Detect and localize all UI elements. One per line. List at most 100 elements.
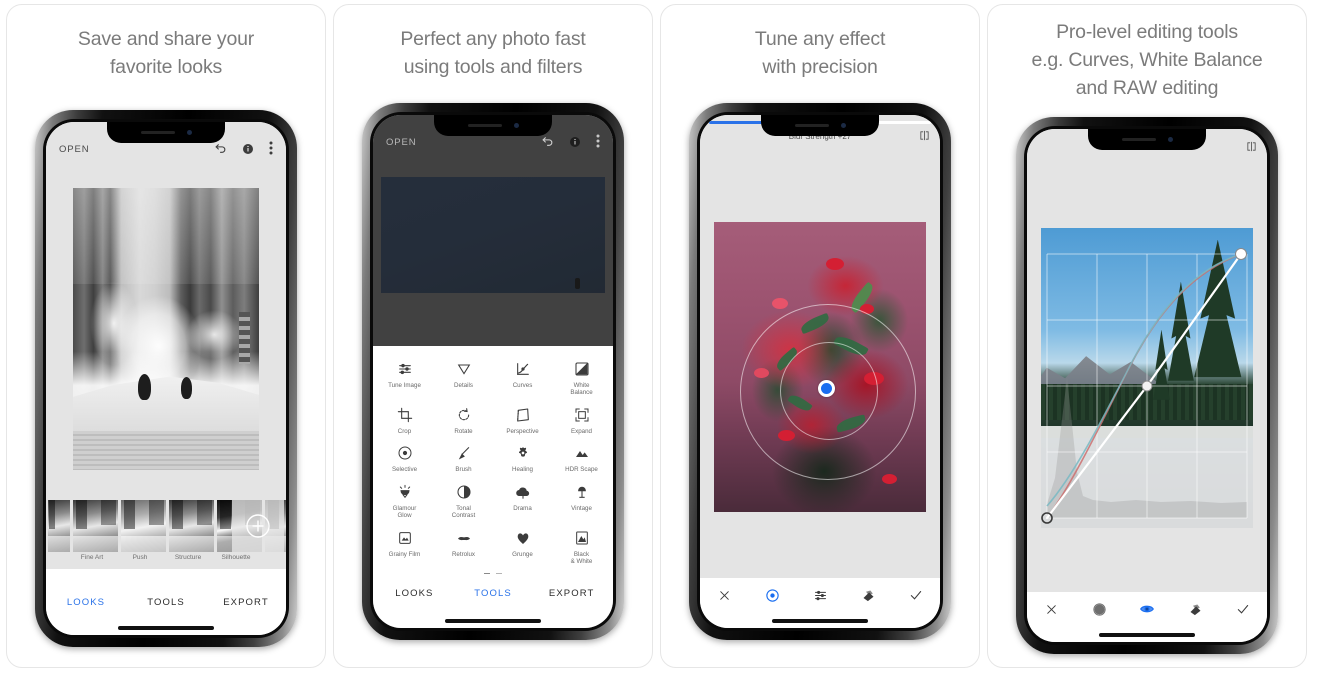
tool-hdr-scape[interactable]: HDR Scape bbox=[552, 440, 611, 476]
home-indicator bbox=[772, 619, 868, 623]
compare-icon[interactable] bbox=[1246, 141, 1257, 152]
eye-icon[interactable] bbox=[1123, 601, 1171, 617]
tool-label: Vintage bbox=[571, 504, 592, 512]
curve-point-white bbox=[1235, 247, 1247, 260]
tab-tools[interactable]: TOOLS bbox=[454, 588, 533, 599]
panel-4-caption: Pro-level editing tools e.g. Curves, Whi… bbox=[1002, 18, 1292, 102]
phone-bezel: OPEN bbox=[43, 119, 289, 638]
close-icon[interactable] bbox=[700, 589, 748, 602]
tool-label: Glamour Glow bbox=[392, 504, 417, 520]
photo-canvas-1[interactable] bbox=[46, 160, 286, 498]
home-indicator bbox=[445, 619, 541, 623]
tool-black-and-white[interactable]: Black & White bbox=[552, 525, 611, 568]
phone-mockup-1: OPEN Fine Art Push Structure Silhouette … bbox=[35, 110, 297, 647]
tab-looks[interactable]: LOOKS bbox=[375, 588, 454, 599]
tool-glamour-glow[interactable]: Glamour Glow bbox=[375, 479, 434, 522]
selective-control-point[interactable] bbox=[818, 379, 835, 397]
tool-white-balance[interactable]: White Balance bbox=[552, 356, 611, 399]
look-label-fine-art: Fine Art bbox=[80, 554, 104, 561]
phone-bezel: Blur Strength +27 bbox=[697, 112, 943, 631]
adjust-sliders-icon[interactable] bbox=[796, 588, 844, 603]
undo-icon[interactable] bbox=[214, 142, 227, 155]
look-label-silhouette: Silhouette bbox=[221, 554, 251, 561]
layers-icon[interactable] bbox=[844, 588, 892, 603]
editor-action-bar-3 bbox=[700, 578, 940, 612]
panel-tune-any-effect: Tune any effect with precision Blur Stre… bbox=[660, 4, 980, 668]
editor-action-bar-4 bbox=[1027, 592, 1267, 626]
look-label-push: Push bbox=[132, 554, 148, 561]
look-thumbnail-structure[interactable] bbox=[169, 500, 214, 552]
tool-healing[interactable]: Healing bbox=[493, 440, 552, 476]
tool-grainy-film[interactable]: Grainy Film bbox=[375, 525, 434, 568]
tool-curves[interactable]: Curves bbox=[493, 356, 552, 399]
look-thumbnail-fine-art[interactable] bbox=[73, 500, 118, 552]
tab-tools[interactable]: TOOLS bbox=[126, 597, 206, 608]
panel-pro-level-tools: Pro-level editing tools e.g. Curves, Whi… bbox=[987, 4, 1307, 668]
tool-label: Retrolux bbox=[451, 550, 476, 558]
tool-brush[interactable]: Brush bbox=[434, 440, 493, 476]
info-icon[interactable] bbox=[242, 143, 254, 155]
tab-looks[interactable]: LOOKS bbox=[46, 597, 126, 608]
tool-grunge[interactable]: Grunge bbox=[493, 525, 552, 568]
tool-retrolux[interactable]: Retrolux bbox=[434, 525, 493, 568]
confirm-check-icon[interactable] bbox=[1219, 602, 1267, 616]
panel-save-and-share: Save and share your favorite looks OPEN bbox=[6, 4, 326, 668]
edited-photo-city-snow[interactable] bbox=[73, 188, 259, 470]
home-indicator bbox=[118, 626, 214, 630]
tool-selective[interactable]: Selective bbox=[375, 440, 434, 476]
tool-perspective[interactable]: Perspective bbox=[493, 402, 552, 438]
tool-tune-image[interactable]: Tune Image bbox=[375, 356, 434, 399]
tool-label: White Balance bbox=[570, 381, 593, 397]
photo-canvas-4[interactable] bbox=[1027, 163, 1267, 592]
tool-expand[interactable]: Expand bbox=[552, 402, 611, 438]
undo-icon[interactable] bbox=[541, 135, 554, 148]
phone-mockup-4 bbox=[1016, 117, 1278, 654]
home-indicator bbox=[1099, 633, 1195, 637]
open-button[interactable]: OPEN bbox=[59, 144, 90, 155]
tool-vintage[interactable]: Vintage bbox=[552, 479, 611, 522]
panel-perfect-any-photo: Perfect any photo fast using tools and f… bbox=[333, 4, 653, 668]
edited-photo-mountain-lake[interactable] bbox=[1041, 227, 1253, 528]
layers-icon[interactable] bbox=[1171, 602, 1219, 617]
front-camera-icon bbox=[186, 130, 192, 135]
open-button[interactable]: OPEN bbox=[386, 137, 417, 148]
tool-details[interactable]: Details bbox=[434, 356, 493, 399]
tool-label: Perspective bbox=[506, 427, 539, 435]
looks-filmstrip[interactable] bbox=[46, 498, 286, 554]
tool-rotate[interactable]: Rotate bbox=[434, 402, 493, 438]
look-thumbnail-push[interactable] bbox=[121, 500, 166, 552]
phone-mockup-2: OPEN Tune Image Details Curves White Bal… bbox=[362, 103, 624, 640]
panel-3-caption: Tune any effect with precision bbox=[675, 25, 965, 81]
tone-wheel-icon[interactable] bbox=[1075, 602, 1123, 617]
tools-sheet: Tune Image Details Curves White Balance … bbox=[373, 345, 613, 628]
phone-mockup-3: Blur Strength +27 bbox=[689, 103, 951, 640]
tab-export[interactable]: EXPORT bbox=[532, 588, 611, 599]
bottom-tab-bar-1: LOOKS TOOLS EXPORT bbox=[46, 585, 286, 619]
selective-target-icon[interactable] bbox=[748, 588, 796, 603]
tools-page-indicator bbox=[375, 568, 611, 576]
info-icon[interactable] bbox=[569, 136, 581, 148]
add-look-button[interactable] bbox=[232, 500, 284, 552]
tab-export[interactable]: EXPORT bbox=[206, 597, 286, 608]
panel-2-caption: Perfect any photo fast using tools and f… bbox=[348, 25, 638, 81]
curves-editor-overlay[interactable] bbox=[1041, 228, 1253, 528]
phone-notch bbox=[107, 122, 225, 143]
phone-bezel: OPEN bbox=[370, 112, 616, 631]
overflow-menu-icon[interactable] bbox=[596, 134, 600, 148]
caption-line: Perfect any photo fast bbox=[400, 28, 586, 50]
overflow-menu-icon[interactable] bbox=[269, 141, 273, 155]
photo-canvas-3[interactable] bbox=[700, 155, 940, 578]
tool-label: Details bbox=[454, 381, 473, 389]
tool-drama[interactable]: Drama bbox=[493, 479, 552, 522]
tool-tonal-contrast[interactable]: Tonal Contrast bbox=[434, 479, 493, 522]
tool-crop[interactable]: Crop bbox=[375, 402, 434, 438]
tool-label: Grainy Film bbox=[388, 550, 421, 558]
edited-photo-flowers[interactable] bbox=[714, 221, 926, 512]
compare-icon[interactable] bbox=[919, 130, 930, 141]
look-thumbnail[interactable] bbox=[48, 500, 70, 552]
confirm-check-icon[interactable] bbox=[892, 588, 940, 602]
phone-screen-3: Blur Strength +27 bbox=[700, 115, 940, 628]
close-icon[interactable] bbox=[1027, 603, 1075, 616]
phone-notch bbox=[1088, 129, 1206, 150]
phone-notch bbox=[434, 115, 552, 136]
